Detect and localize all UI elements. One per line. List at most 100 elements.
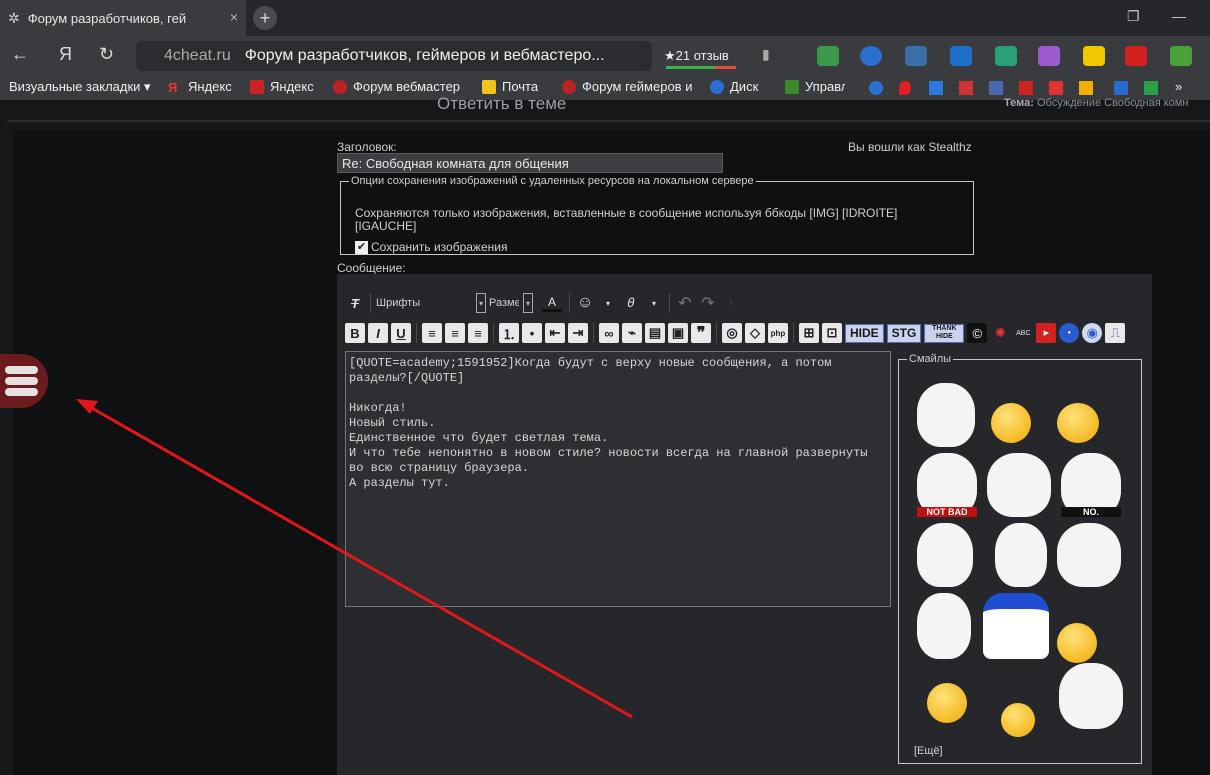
font-family-select[interactable]: Шрифты ▾: [376, 292, 486, 314]
spoiler-icon[interactable]: ◎: [722, 323, 742, 343]
chevron-down-icon[interactable]: ▾: [644, 293, 664, 313]
redo-icon[interactable]: ↷: [698, 293, 718, 313]
cube-extension-icon[interactable]: [995, 46, 1017, 66]
smiley-crying-smiley[interactable]: [927, 683, 967, 723]
table-icon[interactable]: ⊞: [799, 323, 819, 343]
php-icon[interactable]: php: [768, 323, 788, 343]
bookmark-card-icon[interactable]: [959, 81, 973, 95]
bookmark-cart-icon[interactable]: [929, 81, 943, 95]
close-tab-icon[interactable]: ×: [230, 9, 238, 25]
hide-tag-button[interactable]: HIDE: [845, 323, 884, 343]
bookmark-pin-icon[interactable]: [899, 81, 911, 95]
info-extension-icon[interactable]: [1083, 46, 1105, 66]
smiley-okay-face[interactable]: [995, 523, 1047, 587]
save-images-option[interactable]: ✔ Сохранить изображения: [355, 240, 507, 254]
bookmark-disk[interactable]: Диск: [710, 79, 758, 94]
text-color-button[interactable]: A: [540, 288, 564, 318]
more-smilies-link[interactable]: [Ещё]: [914, 745, 943, 757]
smiley-shrug-ghost-face[interactable]: [987, 453, 1051, 517]
resize-handle-icon[interactable]: ⁝: [721, 293, 741, 313]
smiley-angry-smiley[interactable]: [1057, 403, 1099, 443]
new-tab-button[interactable]: +: [253, 6, 277, 30]
align-right-icon[interactable]: ≡: [468, 323, 488, 343]
attachment-icon[interactable]: 𝜃: [621, 293, 641, 313]
download-extension-icon[interactable]: [1170, 46, 1192, 66]
bookmark-yandex[interactable]: Я Яндекс: [168, 79, 232, 95]
thank-hide-tag-button[interactable]: THANK HIDE: [924, 323, 965, 343]
media-icon[interactable]: ⊡: [822, 323, 842, 343]
back-icon[interactable]: ←: [11, 44, 29, 65]
smiley-cool-face[interactable]: [917, 383, 975, 447]
bookmark-forum-webmaster[interactable]: Форум вебмастер: [333, 79, 463, 94]
insert-image-icon[interactable]: ▣: [668, 323, 688, 343]
bookmark-disk-icon[interactable]: [869, 81, 883, 95]
smiley-love-smiley[interactable]: [1001, 703, 1035, 737]
smiley-thinking-face[interactable]: [917, 523, 973, 587]
title-input[interactable]: [337, 153, 723, 173]
bookmark-yandex-2[interactable]: Яндекс: [250, 79, 314, 94]
minimize-icon[interactable]: —: [1172, 8, 1186, 24]
splash-icon[interactable]: ✺: [990, 323, 1010, 343]
indent-icon[interactable]: ⇥: [568, 323, 588, 343]
outdent-icon[interactable]: ⇤: [545, 323, 565, 343]
yandex-icon[interactable]: Я: [59, 44, 72, 65]
bookmark-play-icon[interactable]: [1079, 81, 1093, 95]
message-textarea[interactable]: [QUOTE=academy;1591952]Когда будут с вер…: [345, 351, 891, 607]
underline-icon[interactable]: U: [391, 323, 411, 343]
twitch-icon[interactable]: ⎍: [1105, 323, 1126, 343]
undo-icon[interactable]: ↶: [675, 293, 695, 313]
vimeo-icon[interactable]: ◉: [1082, 323, 1103, 343]
bookmark-a-icon[interactable]: [1019, 81, 1033, 95]
dots-extension-icon[interactable]: [1125, 46, 1147, 66]
active-tab[interactable]: ✲ Форум разработчиков, гей ×: [0, 0, 246, 36]
smiley-dreadlock-smiley[interactable]: [1057, 623, 1097, 663]
coub-icon[interactable]: ●: [1059, 323, 1080, 343]
bookmark-green-icon[interactable]: [1144, 81, 1158, 95]
bookmark-mail-icon[interactable]: [989, 81, 1003, 95]
shield-extension-icon[interactable]: [817, 46, 839, 66]
smiley-dreadlock-smiley[interactable]: [991, 403, 1031, 443]
smiley-not-bad-face[interactable]: NOT BAD: [917, 453, 977, 517]
abc-icon[interactable]: ABC: [1013, 323, 1033, 343]
numbered-list-icon[interactable]: ⒈: [499, 323, 519, 343]
copyright-icon[interactable]: ©: [967, 323, 988, 343]
bookmark-forum-gamers[interactable]: Форум геймеров и: [562, 79, 694, 94]
smiley-smiling-man-face[interactable]: [917, 593, 971, 659]
unlink-icon[interactable]: ⌁: [622, 323, 642, 343]
insert-image-link-icon[interactable]: ▤: [645, 323, 665, 343]
save-images-checkbox[interactable]: ✔: [355, 240, 368, 254]
feather-extension-icon[interactable]: [1038, 46, 1060, 66]
smiley-no-face[interactable]: NO.: [1061, 453, 1121, 517]
reviews-badge[interactable]: ★21 отзыв: [664, 41, 736, 71]
address-bar[interactable]: 4cheat.ru Форум разработчиков, геймеров …: [136, 41, 652, 71]
bookmarks-more[interactable]: »: [1175, 79, 1182, 94]
bullet-list-icon[interactable]: •: [522, 323, 542, 343]
italic-icon[interactable]: I: [368, 323, 388, 343]
bookmark-y-icon[interactable]: [1049, 81, 1063, 95]
reload-icon[interactable]: ↻: [99, 44, 114, 65]
smiley-thumbs-up-face[interactable]: [1057, 523, 1121, 587]
bookmark-visual[interactable]: Визуальные закладки ▾: [9, 79, 151, 95]
bold-icon[interactable]: B: [345, 323, 365, 343]
quote-icon[interactable]: ❞: [691, 323, 711, 343]
link-icon[interactable]: ∞: [599, 323, 619, 343]
bookmark-pen-icon[interactable]: [1114, 81, 1128, 95]
chevron-down-icon[interactable]: ▾: [598, 293, 618, 313]
bookmark-icon[interactable]: ▮: [762, 46, 770, 63]
remove-format-icon[interactable]: T: [345, 293, 365, 313]
bookmark-manage[interactable]: Управл: [785, 79, 845, 94]
mail-extension-icon[interactable]: [905, 46, 927, 66]
align-left-icon[interactable]: ≡: [422, 323, 442, 343]
smiley-dolan-duck[interactable]: [983, 593, 1049, 659]
emoji-icon[interactable]: ☺: [575, 293, 595, 313]
align-center-icon[interactable]: ≡: [445, 323, 465, 343]
bookmark-mail[interactable]: Почта: [482, 79, 538, 94]
disk-extension-icon[interactable]: [860, 46, 882, 66]
topic-value[interactable]: Обсуждение Свободная комн: [1037, 97, 1188, 109]
font-size-select[interactable]: Разме ▾: [489, 292, 537, 314]
stg-tag-button[interactable]: STG: [886, 323, 922, 343]
people-extension-icon[interactable]: [950, 46, 972, 66]
bookmark-tab-icon[interactable]: ❐: [1127, 8, 1140, 25]
smiley-happy-face[interactable]: [1059, 663, 1123, 729]
youtube-icon[interactable]: ▶: [1036, 323, 1057, 343]
